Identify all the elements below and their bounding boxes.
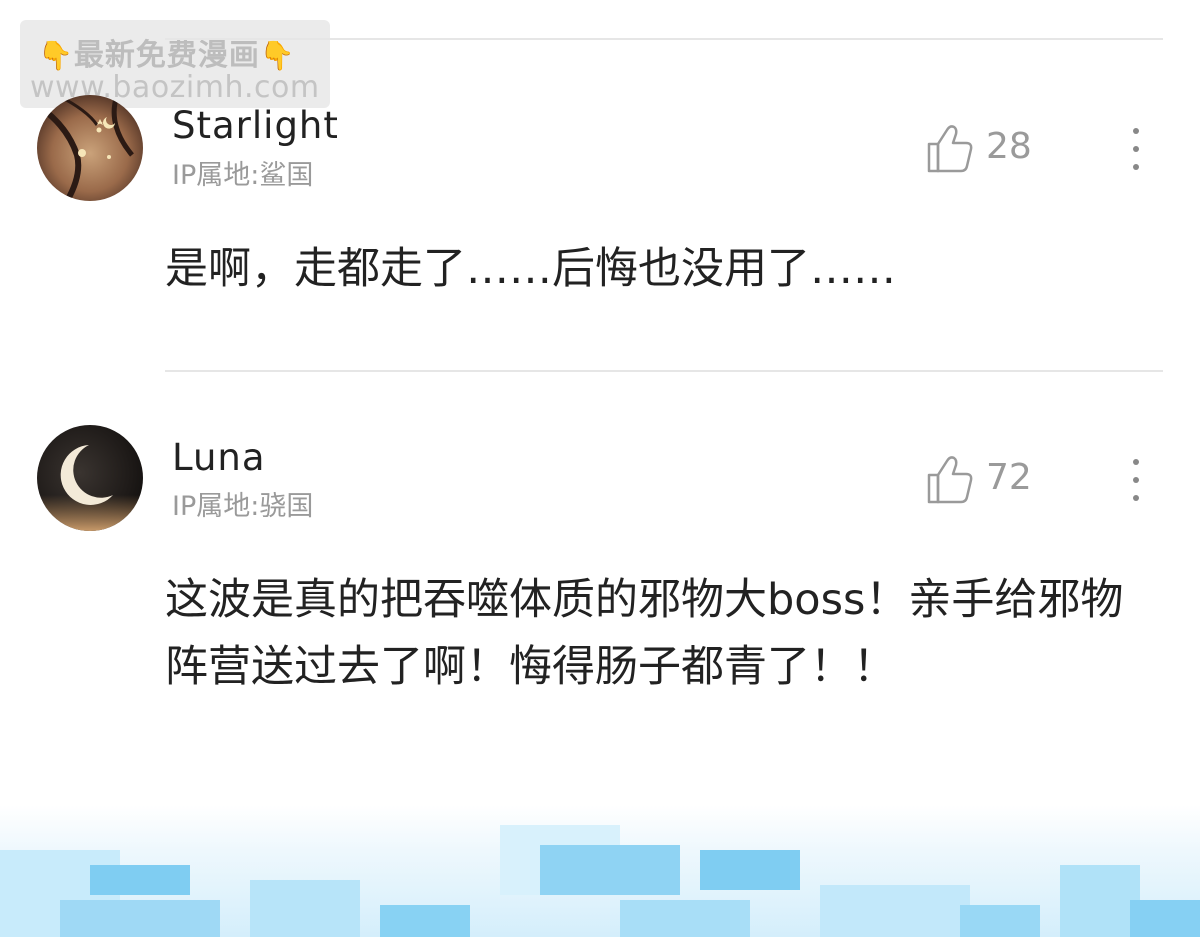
decor-tile (90, 865, 190, 895)
more-dot-icon (1133, 164, 1139, 170)
divider (165, 370, 1163, 372)
decor-tile (540, 845, 680, 895)
decor-tile (380, 905, 470, 937)
pointing-down-icon: 👇 (259, 39, 296, 72)
starry-dark-avatar-icon (37, 95, 143, 201)
decor-tile (250, 880, 360, 937)
like-count: 28 (986, 126, 1032, 167)
ip-location: IP属地:骁国 (172, 491, 314, 522)
username[interactable]: Starlight (172, 104, 339, 147)
watermark-title-row: 👇最新免费漫画👇 (38, 30, 296, 74)
decor-tile (960, 905, 1040, 937)
divider (165, 38, 1163, 40)
watermark-title: 最新免费漫画 (73, 38, 260, 73)
comment-text: 是啊，走都走了……后悔也没用了…… (165, 244, 896, 294)
watermark-badge: 👇最新免费漫画👇 www.baozimh.com (20, 20, 330, 108)
crescent-moon-avatar-icon (37, 425, 143, 531)
more-dot-icon (1133, 495, 1139, 501)
more-dot-icon (1133, 477, 1139, 483)
more-dot-icon (1133, 146, 1139, 152)
decor-tile (620, 900, 750, 937)
ip-location: IP属地:鲨国 (172, 160, 314, 191)
more-dot-icon (1133, 128, 1139, 134)
decorative-footer-pattern (0, 805, 1200, 937)
avatar[interactable] (37, 425, 143, 531)
like-button[interactable]: 28 (926, 122, 1036, 174)
thumbs-up-icon (927, 456, 973, 504)
like-button[interactable]: 72 (926, 453, 1036, 505)
comment-text: 这波是真的把吞噬体质的邪物大boss！亲手给邪物阵营送过去了啊！悔得肠子都青了！… (165, 575, 1124, 692)
more-options-button[interactable] (1126, 457, 1146, 505)
decor-tile (1130, 900, 1200, 937)
username[interactable]: Luna (172, 436, 266, 479)
more-options-button[interactable] (1126, 126, 1146, 174)
thumbs-up-icon (927, 125, 973, 173)
decor-tile (1060, 865, 1140, 937)
decor-tile (820, 885, 970, 937)
more-dot-icon (1133, 459, 1139, 465)
decor-tile (60, 900, 220, 937)
avatar[interactable] (37, 95, 143, 201)
like-count: 72 (986, 457, 1032, 498)
pointing-down-icon: 👇 (38, 39, 74, 72)
decor-tile (700, 850, 800, 890)
